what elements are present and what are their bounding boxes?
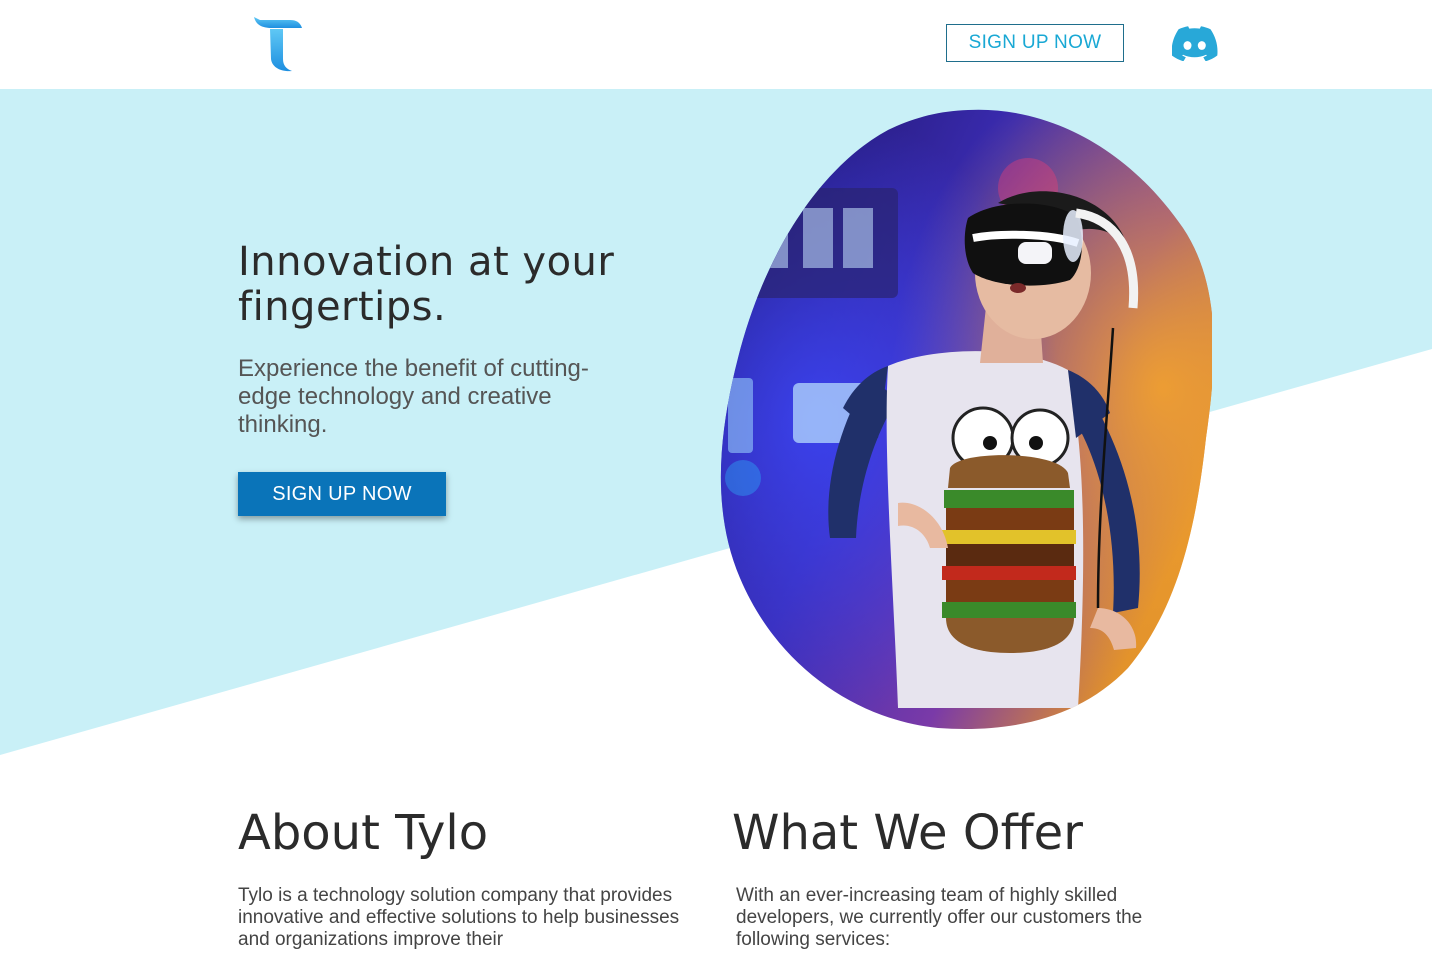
hero-background (0, 89, 1432, 755)
vr-player-image (720, 109, 1212, 729)
about-text: Tylo is a technology solution company th… (238, 885, 680, 950)
hero-subtitle: Experience the benefit of cutting-edge t… (238, 355, 589, 438)
discord-icon[interactable] (1172, 26, 1218, 61)
hero-signup-button[interactable]: SIGN UP NOW (238, 472, 446, 516)
offer-title: What We Offer (732, 805, 1083, 861)
about-title: About Tylo (238, 805, 489, 861)
header-signup-button[interactable]: SIGN UP NOW (946, 24, 1124, 62)
offer-text: With an ever-increasing team of highly s… (736, 885, 1143, 950)
site-header: SIGN UP NOW (0, 0, 1432, 89)
tylo-logo-icon[interactable] (252, 15, 306, 73)
hero-title: Innovation at your fingertips. (238, 239, 615, 330)
